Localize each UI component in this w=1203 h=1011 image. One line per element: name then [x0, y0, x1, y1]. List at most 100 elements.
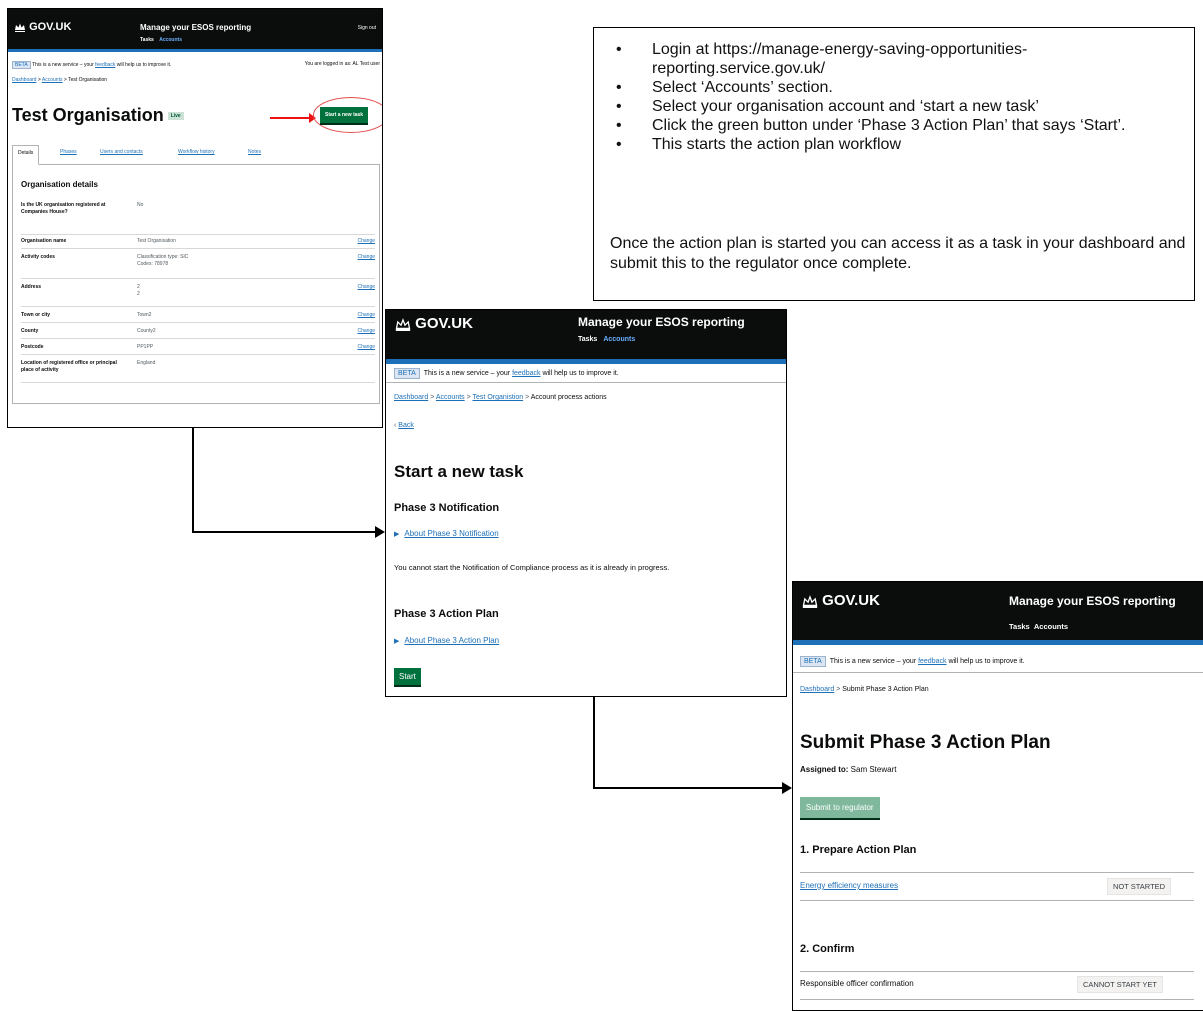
row-key: Organisation name [21, 238, 67, 244]
crumb-dashboard[interactable]: Dashboard [394, 394, 428, 401]
feedback-link[interactable]: feedback [95, 62, 115, 68]
details-about-notification[interactable]: ▶ About Phase 3 Notification [394, 529, 499, 538]
status-badge: CANNOT START YET [1077, 976, 1163, 993]
details-summary[interactable]: About Phase 3 Notification [404, 529, 498, 538]
service-name[interactable]: Manage your ESOS reporting [1009, 594, 1176, 608]
summary-row: Activity codes Classification type: SIC C… [21, 252, 375, 279]
change-link[interactable]: Change [357, 284, 375, 290]
row-key: Location of registered office or princip… [21, 360, 117, 373]
crumb-accounts[interactable]: Accounts [42, 77, 63, 83]
divider [800, 872, 1194, 873]
crumb-organisation[interactable]: Test Organistion [473, 394, 524, 401]
connector-line [593, 697, 595, 789]
page-title: Start a new task [394, 462, 524, 481]
tab-details[interactable]: Details [12, 145, 40, 165]
page-title-text: Test Organisation [12, 105, 164, 125]
logged-in-text: You are logged in as: AL Test user [304, 61, 380, 67]
crown-icon [395, 317, 411, 331]
row-key: County [21, 328, 39, 334]
crumb-accounts[interactable]: Accounts [436, 394, 465, 401]
screenshot-organisation-page: GOV.UK Manage your ESOS reporting Tasks … [7, 8, 383, 428]
instruction-item: Click the green button under ‘Phase 3 Ac… [616, 116, 1186, 135]
triangle-right-icon: ▶ [394, 638, 400, 645]
assigned-label: Assigned to: [800, 765, 849, 774]
change-link[interactable]: Change [357, 312, 375, 318]
summary-row: Town or city Town2 Change [21, 310, 375, 323]
section-heading-confirm: 2. Confirm [800, 943, 855, 955]
beta-text: will help us to improve it. [540, 370, 619, 377]
red-arrow-annotation [270, 113, 316, 123]
logo-text: GOV.UK [415, 315, 473, 332]
details-about-action-plan[interactable]: ▶ About Phase 3 Action Plan [394, 636, 499, 645]
service-name[interactable]: Manage your ESOS reporting [578, 315, 745, 329]
section-heading-action-plan: Phase 3 Action Plan [394, 608, 499, 620]
govuk-logo[interactable]: GOV.UK [802, 592, 880, 609]
row-value: PP1PP [137, 344, 154, 350]
task-energy-efficiency-measures[interactable]: Energy efficiency measures [800, 881, 898, 890]
nav-accounts[interactable]: Accounts [603, 336, 635, 343]
beta-tag: BETA [394, 368, 420, 379]
govuk-logo[interactable]: GOV.UK [395, 315, 473, 332]
tab-workflow-history[interactable]: Workflow history [178, 149, 215, 155]
beta-text: will help us to improve it. [115, 62, 172, 68]
phase-banner: BETA This is a new service – your feedba… [12, 61, 380, 69]
govuk-header: GOV.UK Manage your ESOS reporting Tasks … [8, 9, 382, 49]
row-value: Classification type: SIC Codes: 78978 [137, 254, 188, 268]
divider [800, 999, 1194, 1000]
govuk-logo[interactable]: GOV.UK [14, 21, 71, 33]
instructions-callout: Login at https://manage-energy-saving-op… [593, 27, 1195, 301]
crumb-current: Account process actions [530, 394, 607, 401]
details-summary[interactable]: About Phase 3 Action Plan [404, 636, 499, 645]
screenshot-submit-action-plan: GOV.UK Manage your ESOS reporting Tasks … [792, 581, 1203, 1011]
row-value-line: 2 [137, 284, 140, 290]
crumb-current: Submit Phase 3 Action Plan [842, 686, 929, 693]
crown-icon [15, 23, 25, 33]
sign-out-link[interactable]: Sign out [358, 25, 376, 31]
nav-accounts[interactable]: Accounts [1034, 622, 1068, 631]
start-new-task-button[interactable]: Start a new task [320, 107, 369, 123]
tab-notes[interactable]: Notes [248, 149, 261, 155]
feedback-link[interactable]: feedback [512, 370, 540, 377]
tab-phases[interactable]: Phases [60, 149, 77, 155]
crumb-current: Test Organisation [68, 77, 108, 83]
nav-tasks[interactable]: Tasks [578, 336, 597, 343]
back-link-text[interactable]: Back [398, 422, 414, 429]
govuk-header: GOV.UK Manage your ESOS reporting Tasks A… [386, 310, 786, 359]
summary-row: Location of registered office or princip… [21, 358, 375, 383]
change-link[interactable]: Change [357, 328, 375, 334]
change-link[interactable]: Change [357, 254, 375, 260]
divider [800, 971, 1194, 972]
row-value: Test Organisation [137, 238, 176, 244]
nav-tasks[interactable]: Tasks [140, 37, 154, 43]
feedback-link[interactable]: feedback [918, 658, 946, 665]
nav-accounts[interactable]: Accounts [159, 37, 182, 43]
row-key: Activity codes [21, 254, 55, 260]
triangle-right-icon: ▶ [394, 531, 400, 538]
header-blue-bar [8, 49, 382, 52]
start-button[interactable]: Start [394, 668, 421, 685]
summary-row: County County2 Change [21, 326, 375, 339]
connector-line [192, 531, 376, 533]
logo-text: GOV.UK [822, 592, 880, 609]
divider [793, 672, 1203, 673]
task-responsible-officer-confirmation: Responsible officer confirmation [800, 979, 914, 988]
instruction-item: Select ‘Accounts’ section. [616, 78, 1186, 97]
row-value: Town2 [137, 312, 152, 318]
change-link[interactable]: Change [357, 238, 375, 244]
crumb-dashboard[interactable]: Dashboard [800, 686, 834, 693]
nav-tasks[interactable]: Tasks [1009, 622, 1030, 631]
divider [386, 382, 786, 383]
row-value: 22 [137, 284, 140, 298]
service-name[interactable]: Manage your ESOS reporting [140, 23, 251, 32]
connector-arrowhead [375, 526, 385, 538]
row-key: Address [21, 284, 42, 290]
back-link[interactable]: ‹ Back [394, 422, 414, 429]
status-badge: NOT STARTED [1107, 878, 1172, 895]
row-value: No [137, 202, 144, 208]
crumb-dashboard[interactable]: Dashboard [12, 77, 36, 83]
submit-to-regulator-button[interactable]: Submit to regulator [800, 797, 880, 818]
tab-users-and-contacts[interactable]: Users and contacts [100, 149, 143, 155]
beta-text: This is a new service – your [423, 370, 513, 377]
change-link[interactable]: Change [357, 344, 375, 350]
summary-row: Is the UK organisation registered at Com… [21, 200, 375, 235]
